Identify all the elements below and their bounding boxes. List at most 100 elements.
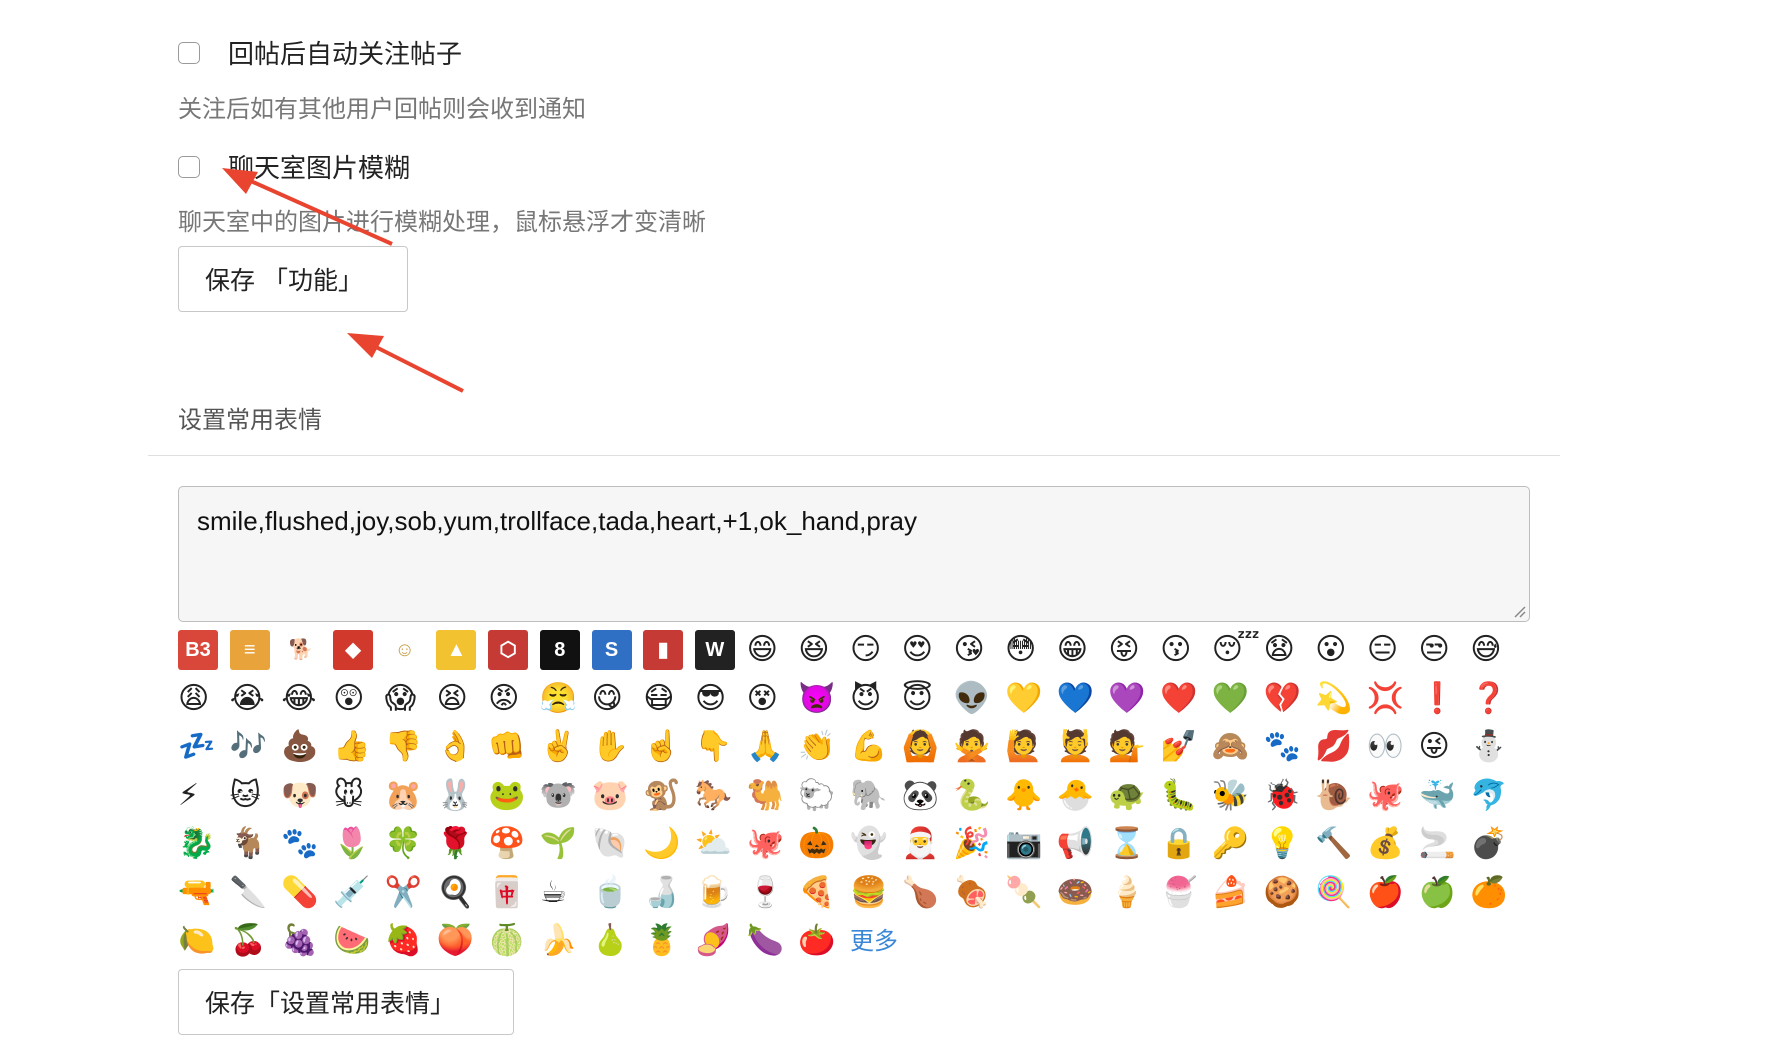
emoji-option[interactable]: 📷 [1005,820,1057,869]
emoji-option[interactable]: 💔 [1263,675,1315,724]
emoji-option[interactable]: ⛄ [1470,723,1522,772]
emoji-option[interactable]: 💛 [1005,675,1057,724]
emoji-option[interactable]: 🍄 [488,820,540,869]
emoji-logo-0[interactable]: B3 [178,626,230,675]
emoji-option[interactable]: 🌹 [436,820,488,869]
emoji-option[interactable]: 😭 [230,675,282,724]
emoji-option[interactable]: 👻 [850,820,902,869]
emoji-option[interactable]: 🍺 [695,869,747,918]
emoji-option[interactable]: 😳 [1005,626,1057,675]
emoji-option[interactable]: ⚡ [178,772,230,821]
emoji-option[interactable]: 😋 [592,675,644,724]
emoji-logo-7[interactable]: 8 [539,626,592,675]
emoji-option[interactable]: 💡 [1263,820,1315,869]
save-function-button[interactable]: 保存 「功能」 [178,246,408,312]
emoji-logo-5[interactable]: ▲ [436,626,488,675]
emoji-logo-4[interactable]: ☺ [384,626,437,675]
emoji-option[interactable]: 🍏 [1419,869,1471,918]
emoji-option[interactable]: ✂️ [385,869,437,918]
emoji-option[interactable]: 💉 [333,869,385,918]
emoji-option[interactable]: 🐥 [1005,772,1057,821]
emoji-option[interactable]: 🐌 [1315,772,1367,821]
chat-blur-row[interactable]: 聊天室图片模糊 [178,148,410,185]
emoji-option[interactable]: 💩 [281,723,333,772]
emoji-option[interactable]: 🐘 [850,772,902,821]
emoji-option[interactable]: 🌙 [643,820,695,869]
emoji-option[interactable]: 🐙 [1367,772,1419,821]
emoji-option[interactable]: 🍀 [385,820,437,869]
emoji-option[interactable]: 🔨 [1315,820,1367,869]
emoji-option[interactable]: 😗 [1160,626,1212,675]
emoji-option[interactable]: 😫 [436,675,488,724]
emoji-option[interactable]: 😡 [488,675,540,724]
emoji-option[interactable]: 👿 [798,675,850,724]
emoji-option[interactable]: 🐉 [178,820,230,869]
emoji-option[interactable]: 🐢 [1108,772,1160,821]
emoji-option[interactable]: 🐹 [385,772,437,821]
emoji-logo-3[interactable]: ◆ [333,626,385,675]
emoji-option[interactable]: 🍉 [333,917,385,966]
emoji-option[interactable]: 💅 [1160,723,1212,772]
emoji-option[interactable]: ☝️ [643,723,695,772]
emoji-option[interactable]: 📢 [1057,820,1109,869]
emoji-option[interactable]: 🍰 [1212,869,1264,918]
emoji-option[interactable]: 😷 [643,675,695,724]
emoji-option[interactable]: 🐒 [643,772,695,821]
emoji-option[interactable]: 🍔 [850,869,902,918]
emoji-option[interactable]: 🍆 [747,917,799,966]
emoji-option[interactable]: 🍌 [540,917,592,966]
emoji-option[interactable]: 😲 [333,675,385,724]
emoji-option[interactable]: 🔫 [178,869,230,918]
emoji-list-textarea[interactable] [178,486,1530,622]
emoji-option[interactable]: 🌱 [540,820,592,869]
emoji-option[interactable]: 🎃 [798,820,850,869]
emoji-option[interactable]: 😤 [540,675,592,724]
emoji-option[interactable]: 😮 [1315,626,1367,675]
emoji-option[interactable]: 🍪 [1263,869,1315,918]
emoji-option[interactable]: ✋ [592,723,644,772]
emoji-option[interactable]: 😁 [1057,626,1109,675]
emoji-option[interactable]: 🐎 [695,772,747,821]
emoji-option[interactable]: 🍧 [1160,869,1212,918]
emoji-option[interactable]: 🍖 [953,869,1005,918]
emoji-option[interactable]: ❗ [1419,675,1471,724]
emoji-option[interactable]: ❤️ [1160,675,1212,724]
emoji-option[interactable]: ❓ [1470,675,1522,724]
emoji-option[interactable]: 🙈 [1212,723,1264,772]
resize-grip-icon[interactable] [1510,602,1526,618]
emoji-option[interactable]: 🍊 [1470,869,1522,918]
emoji-option[interactable]: 💢 [1367,675,1419,724]
emoji-option[interactable]: 🔪 [230,869,282,918]
emoji-option[interactable]: 🌷 [333,820,385,869]
emoji-option[interactable]: 🐐 [230,820,282,869]
emoji-option[interactable]: 🍐 [592,917,644,966]
emoji-option[interactable]: 🍕 [798,869,850,918]
emoji-option[interactable]: 💁 [1108,723,1160,772]
emoji-option[interactable]: 😅 [1470,626,1522,675]
emoji-option[interactable]: 👌 [436,723,488,772]
emoji-option[interactable]: 🍇 [281,917,333,966]
auto-follow-row[interactable]: 回帖后自动关注帖子 [178,34,462,71]
emoji-option[interactable]: 🐙 [747,820,799,869]
emoji-option[interactable]: 🐼 [902,772,954,821]
emoji-option[interactable]: 🐑 [798,772,850,821]
emoji-option[interactable]: 💋 [1315,723,1367,772]
emoji-option[interactable]: 🐝 [1212,772,1264,821]
emoji-option[interactable]: ☕ [540,869,592,918]
emoji-option[interactable]: 🍑 [436,917,488,966]
emoji-option[interactable]: 😆 [798,626,850,675]
save-emoji-settings-button[interactable]: 保存「设置常用表情」 [178,969,514,1035]
emoji-option[interactable]: 😴 [1212,626,1264,675]
emoji-option[interactable]: 🙏 [747,723,799,772]
emoji-option[interactable]: 🎉 [953,820,1005,869]
emoji-option[interactable]: 🍩 [1057,869,1109,918]
emoji-option[interactable]: 🐷 [592,772,644,821]
emoji-option[interactable]: 😜 [1419,723,1471,772]
emoji-option[interactable]: 🎅 [902,820,954,869]
more-emojis-link[interactable]: 更多 [850,917,930,966]
emoji-option[interactable]: 🍦 [1108,869,1160,918]
emoji-logo-2[interactable]: 🐕 [281,626,333,675]
emoji-option[interactable]: 💊 [281,869,333,918]
emoji-option[interactable]: 💜 [1108,675,1160,724]
emoji-logo-8[interactable]: S [591,626,644,675]
